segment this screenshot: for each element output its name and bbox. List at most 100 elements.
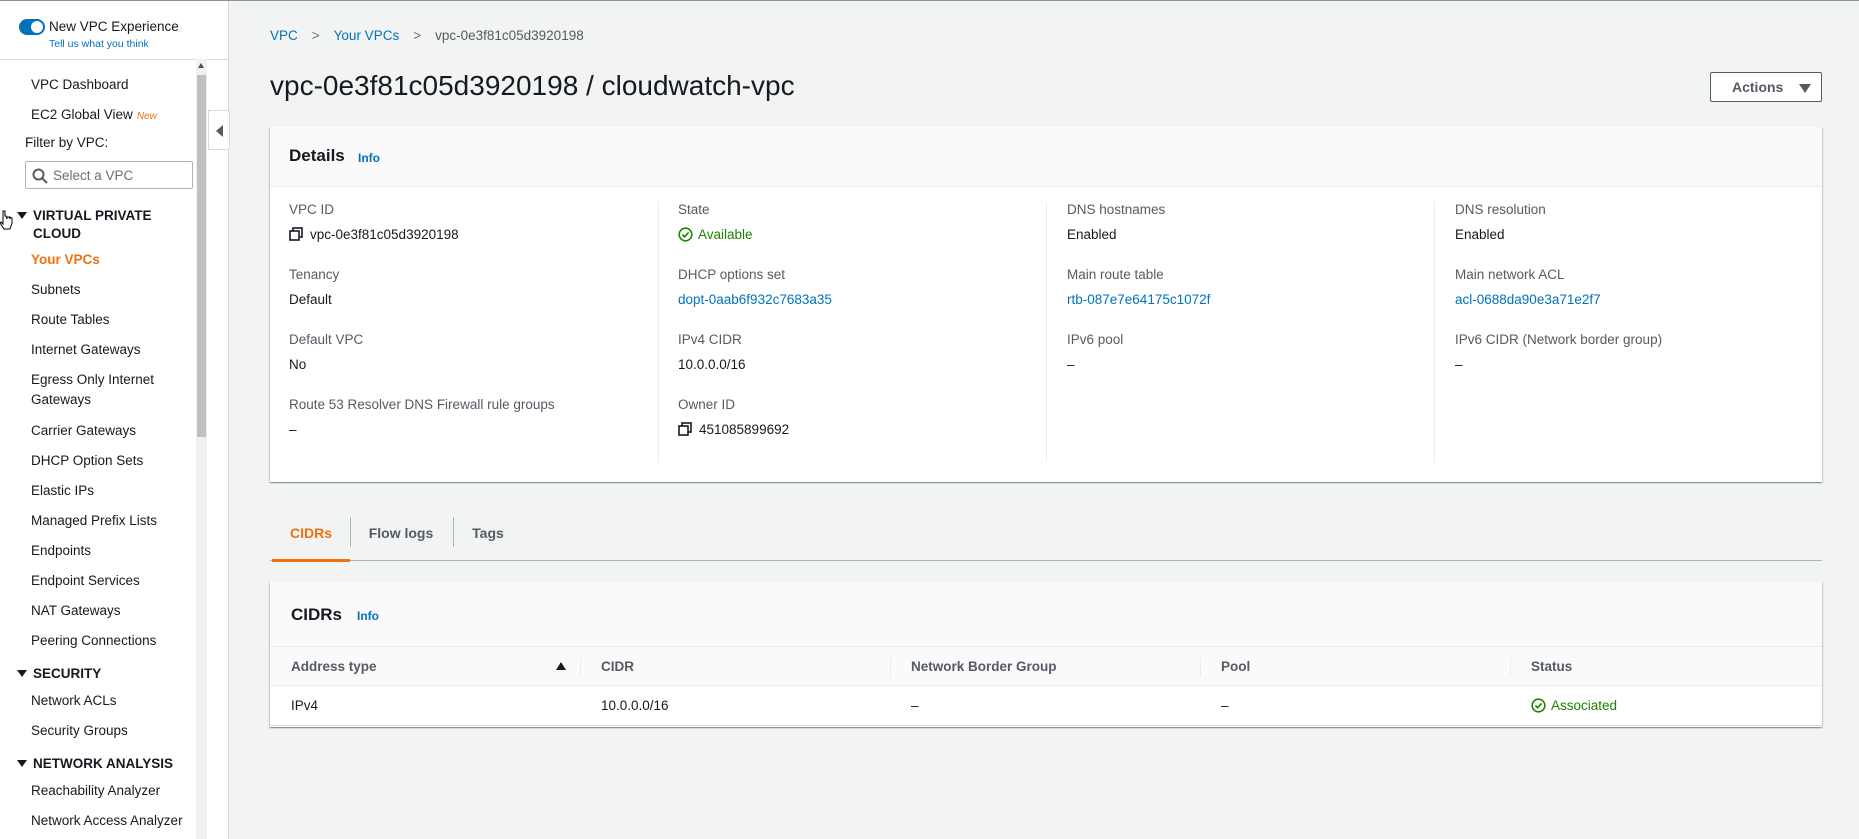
sidebar-item-internet-gateways[interactable]: Internet Gateways bbox=[31, 340, 141, 360]
actions-label: Actions bbox=[1732, 79, 1784, 95]
sidebar-item-nat-gateways[interactable]: NAT Gateways bbox=[31, 601, 121, 621]
sidebar-item-security-groups[interactable]: Security Groups bbox=[31, 721, 128, 741]
page-title: vpc-0e3f81c05d3920198 / cloudwatch-vpc bbox=[270, 70, 795, 101]
vpc-filter-input[interactable] bbox=[53, 165, 189, 185]
top-border bbox=[0, 0, 1859, 1]
sidebar-item-route-tables[interactable]: Route Tables bbox=[31, 310, 110, 330]
tab-cidrs[interactable]: CIDRs bbox=[272, 511, 350, 562]
owner-id-label: Owner ID bbox=[678, 397, 736, 412]
vpc-id-value: vpc-0e3f81c05d3920198 bbox=[289, 227, 459, 242]
r53-firewall-label: Route 53 Resolver DNS Firewall rule grou… bbox=[289, 397, 555, 412]
state-label: State bbox=[678, 202, 710, 217]
section-network-analysis[interactable]: NETWORK ANALYSIS bbox=[17, 755, 173, 773]
status-text: Associated bbox=[1551, 698, 1618, 713]
mouse-pointer-icon bbox=[0, 210, 13, 230]
new-badge: New bbox=[136, 111, 157, 122]
feedback-link[interactable]: Tell us what you think bbox=[49, 38, 149, 50]
main-route-table-label: Main route table bbox=[1067, 267, 1164, 282]
section-security[interactable]: SECURITY bbox=[17, 665, 101, 683]
breadcrumb-vpc[interactable]: VPC bbox=[270, 28, 298, 43]
actions-button[interactable]: Actions bbox=[1710, 72, 1822, 102]
column-separator bbox=[1510, 657, 1511, 677]
scroll-up-arrow-icon[interactable] bbox=[198, 63, 204, 68]
new-experience-toggle-group: New VPC Experience Tell us what you thin… bbox=[19, 17, 228, 59]
sidebar-item-reachability-analyzer[interactable]: Reachability Analyzer bbox=[31, 781, 160, 801]
sidebar-scrollbar[interactable] bbox=[196, 59, 207, 839]
new-experience-toggle[interactable] bbox=[19, 19, 45, 35]
default-vpc-value: No bbox=[289, 357, 307, 372]
column-divider bbox=[1046, 202, 1047, 462]
dns-resolution-label: DNS resolution bbox=[1455, 202, 1546, 217]
sidebar-item-network-access-analyzer[interactable]: Network Access Analyzer bbox=[31, 811, 183, 831]
dhcp-options-link[interactable]: dopt-0aab6f932c7683a35 bbox=[678, 292, 832, 307]
sort-ascending-icon[interactable] bbox=[556, 662, 566, 670]
sidebar-item-dhcp-option-sets[interactable]: DHCP Option Sets bbox=[31, 451, 143, 471]
default-vpc-label: Default VPC bbox=[289, 332, 364, 347]
details-panel: Details Info VPC ID vpc-0e3f81c05d392019… bbox=[270, 127, 1822, 482]
column-header-address-type[interactable]: Address type bbox=[291, 647, 377, 686]
caret-down-icon bbox=[17, 760, 27, 767]
sidebar-item-vpc-dashboard[interactable]: VPC Dashboard bbox=[31, 75, 129, 95]
vpc-id-label: VPC ID bbox=[289, 202, 335, 217]
new-experience-label: New VPC Experience bbox=[49, 19, 179, 34]
ipv6-cidr-label: IPv6 CIDR (Network border group) bbox=[1455, 332, 1663, 347]
cidrs-info-link[interactable]: Info bbox=[357, 609, 379, 623]
detail-tabs: CIDRs Flow logs Tags bbox=[270, 511, 1822, 562]
details-info-link[interactable]: Info bbox=[358, 151, 380, 165]
dns-hostnames-label: DNS hostnames bbox=[1067, 202, 1166, 217]
main-network-acl-link[interactable]: acl-0688da90e3a71e2f7 bbox=[1455, 292, 1601, 307]
sidebar-item-network-acls[interactable]: Network ACLs bbox=[31, 691, 117, 711]
chevron-right-icon: > bbox=[413, 28, 422, 43]
details-column-2: State Available DHCP options set dopt-0a… bbox=[678, 202, 1038, 462]
sidebar-item-label: EC2 Global View bbox=[31, 107, 133, 122]
cell-pool: – bbox=[1221, 698, 1229, 713]
sidebar-divider bbox=[0, 59, 228, 60]
sidebar-item-egress-only-internet-gateways[interactable]: Egress Only Internet Gateways bbox=[31, 370, 154, 410]
copy-icon[interactable] bbox=[678, 422, 692, 436]
cell-address-type: IPv4 bbox=[291, 698, 319, 713]
r53-firewall-value: – bbox=[289, 422, 297, 437]
tab-flow-logs[interactable]: Flow logs bbox=[352, 511, 450, 561]
sidebar-item-endpoints[interactable]: Endpoints bbox=[31, 541, 91, 561]
cidrs-header: CIDRs Info bbox=[270, 582, 1822, 647]
column-header-status[interactable]: Status bbox=[1531, 647, 1572, 686]
toggle-knob bbox=[31, 21, 43, 33]
dhcp-options-label: DHCP options set bbox=[678, 267, 786, 282]
sidebar-item-ec2-global-view[interactable]: EC2 Global View New bbox=[31, 105, 157, 127]
ipv6-pool-label: IPv6 pool bbox=[1067, 332, 1124, 347]
details-column-1: VPC ID vpc-0e3f81c05d3920198 Tenancy Def… bbox=[289, 202, 649, 462]
main-route-table-link[interactable]: rtb-087e7e64175c1072f bbox=[1067, 292, 1210, 307]
sidebar-item-your-vpcs[interactable]: Your VPCs bbox=[31, 250, 100, 270]
sidebar-item-peering-connections[interactable]: Peering Connections bbox=[31, 631, 156, 651]
sidebar-item-carrier-gateways[interactable]: Carrier Gateways bbox=[31, 421, 136, 441]
column-header-network-border-group[interactable]: Network Border Group bbox=[911, 647, 1057, 686]
column-header-cidr[interactable]: CIDR bbox=[601, 647, 634, 686]
scrollbar-thumb[interactable] bbox=[197, 75, 206, 437]
copy-icon[interactable] bbox=[289, 227, 303, 241]
section-title: SECURITY bbox=[33, 666, 102, 681]
caret-down-icon bbox=[17, 212, 27, 219]
collapse-sidebar-button[interactable] bbox=[208, 110, 230, 150]
vpc-filter-select[interactable] bbox=[25, 161, 193, 189]
column-header-pool[interactable]: Pool bbox=[1221, 647, 1250, 686]
cell-network-border-group: – bbox=[911, 698, 919, 713]
ipv6-pool-value: – bbox=[1067, 357, 1075, 372]
sidebar-item-managed-prefix-lists[interactable]: Managed Prefix Lists bbox=[31, 511, 157, 531]
sidebar-item-elastic-ips[interactable]: Elastic IPs bbox=[31, 481, 94, 501]
main-network-acl-label: Main network ACL bbox=[1455, 267, 1565, 282]
cidrs-panel: CIDRs Info Address type CIDR Network Bor… bbox=[270, 582, 1822, 727]
sidebar-item-subnets[interactable]: Subnets bbox=[31, 280, 81, 300]
tab-tags[interactable]: Tags bbox=[456, 511, 520, 561]
breadcrumb-your-vpcs[interactable]: Your VPCs bbox=[334, 28, 400, 43]
sidebar-item-label: Egress Only Internet bbox=[31, 372, 155, 387]
sidebar-item-label: Gateways bbox=[31, 392, 92, 407]
section-virtual-private-cloud[interactable]: VIRTUAL PRIVATE CLOUD bbox=[17, 207, 152, 243]
column-separator bbox=[580, 657, 581, 677]
owner-id-value: 451085899692 bbox=[678, 422, 789, 437]
dns-hostnames-value: Enabled bbox=[1067, 227, 1117, 242]
sidebar-item-endpoint-services[interactable]: Endpoint Services bbox=[31, 571, 140, 591]
column-separator bbox=[890, 657, 891, 677]
tab-separator bbox=[453, 517, 454, 547]
caret-left-icon bbox=[216, 125, 223, 137]
tenancy-label: Tenancy bbox=[289, 267, 340, 282]
